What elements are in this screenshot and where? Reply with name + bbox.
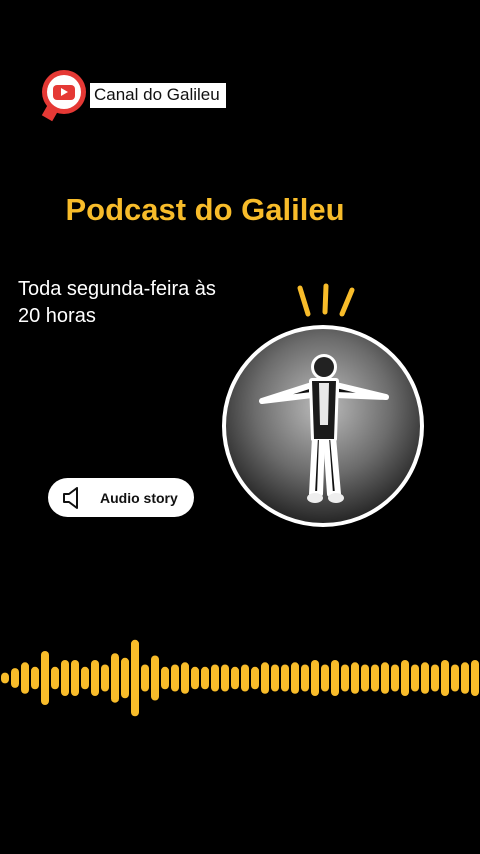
waveform-bar: [91, 660, 99, 696]
waveform-bar: [391, 664, 399, 692]
waveform-bar: [401, 660, 409, 696]
waveform-bar: [461, 662, 469, 694]
waveform-bar: [51, 666, 59, 690]
waveform-bar: [21, 662, 29, 694]
schedule-line-2: 20 horas: [18, 305, 96, 327]
waveform-bar: [1, 672, 9, 684]
waveform-bar: [171, 664, 179, 692]
waveform-bar: [191, 666, 199, 690]
channel-logo[interactable]: Canal do Galileu: [42, 70, 242, 120]
waveform-bar: [161, 666, 169, 690]
waveform-bar: [291, 662, 299, 694]
waveform-bar: [211, 664, 219, 692]
waveform-bar: [11, 668, 19, 688]
waveform-bar: [31, 666, 39, 690]
waveform-bar: [421, 662, 429, 694]
waveform-bar: [301, 664, 309, 692]
waveform-bar: [101, 664, 109, 692]
waveform-bar: [201, 666, 209, 690]
waveform-bar: [451, 664, 459, 692]
waveform-bar: [281, 664, 289, 692]
host-photo: [222, 325, 424, 527]
audio-waveform: [1, 639, 479, 717]
waveform-bar: [251, 666, 259, 690]
waveform-bar: [141, 664, 149, 692]
person-figure: [259, 354, 389, 503]
waveform-bar: [151, 655, 159, 701]
waveform-bar: [231, 666, 239, 690]
waveform-bar: [341, 664, 349, 692]
channel-name: Canal do Galileu: [90, 83, 226, 108]
waveform-bar: [471, 660, 479, 696]
waveform-bar: [131, 639, 139, 717]
podcast-title: Podcast do Galileu: [65, 192, 345, 227]
waveform-bar: [71, 660, 79, 696]
waveform-bar: [61, 660, 69, 696]
highlight-rays-icon: [297, 283, 355, 317]
waveform-bar: [311, 660, 319, 696]
waveform-bar: [431, 664, 439, 692]
waveform-bar: [121, 657, 129, 699]
waveform-bar: [441, 660, 449, 696]
waveform-bar: [241, 664, 249, 692]
waveform-bar: [351, 662, 359, 694]
audio-story-label: Audio story: [100, 489, 178, 506]
waveform-bar: [361, 664, 369, 692]
waveform-bar: [411, 664, 419, 692]
waveform-bar: [271, 664, 279, 692]
speaker-icon: [63, 486, 78, 509]
waveform-bar: [321, 664, 329, 692]
waveform-bar: [81, 666, 89, 690]
waveform-bar: [181, 662, 189, 694]
schedule-text: Toda segunda-feira às 20 horas: [18, 276, 278, 330]
waveform-bar: [221, 664, 229, 692]
waveform-bar: [371, 664, 379, 692]
waveform-bar: [331, 660, 339, 696]
waveform-bar: [41, 651, 49, 705]
waveform-bar: [261, 662, 269, 694]
waveform-bar: [381, 662, 389, 694]
youtube-play-icon: [42, 70, 86, 114]
waveform-bar: [111, 653, 119, 703]
schedule-line-1: Toda segunda-feira às: [18, 278, 216, 300]
audio-story-button[interactable]: Audio story: [48, 478, 194, 517]
